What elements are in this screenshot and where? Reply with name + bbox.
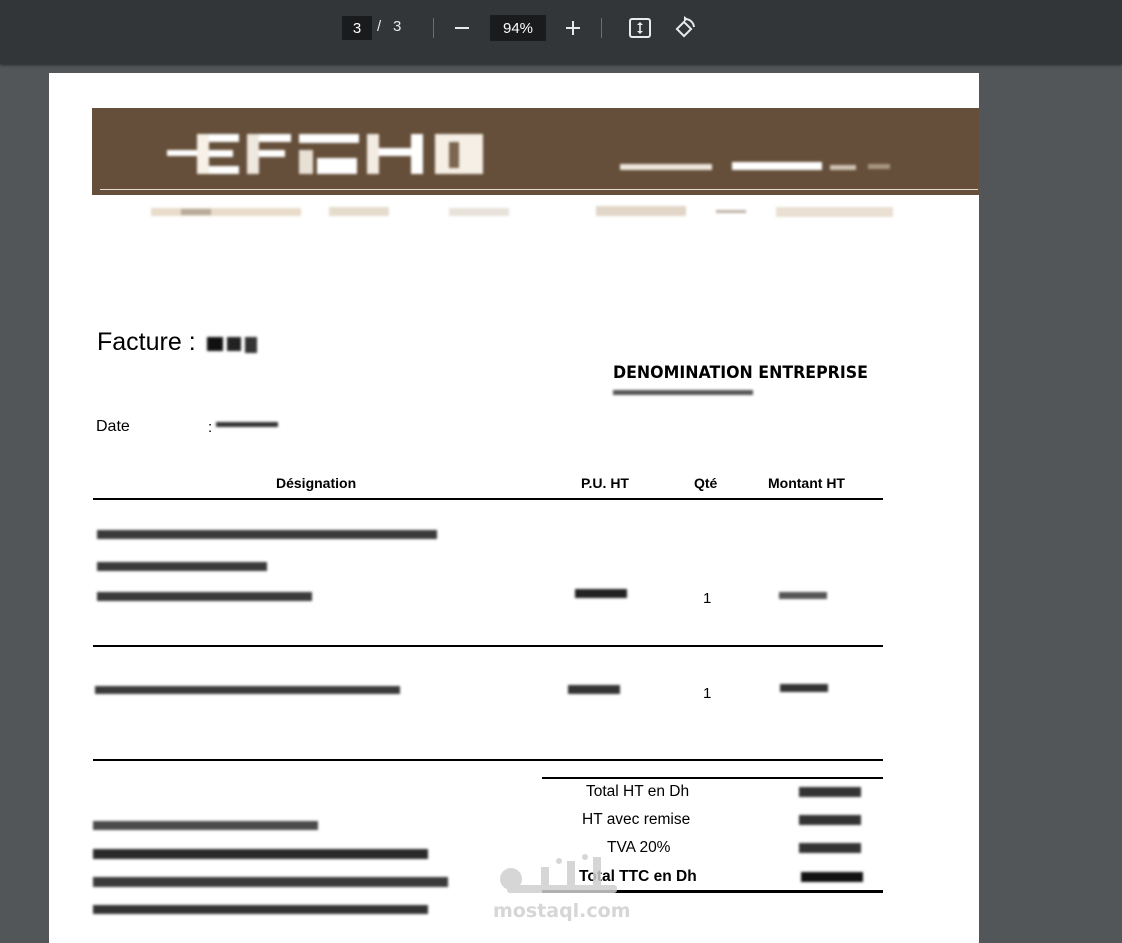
- total-ht-label: Total HT en Dh: [586, 783, 690, 800]
- date-colon: :: [208, 419, 213, 436]
- zoom-in-icon: [566, 21, 580, 35]
- totals-values: [799, 787, 863, 882]
- company-slogan: [620, 162, 890, 170]
- mostaql-watermark: mostaql.com: [493, 854, 631, 921]
- date-label: Date: [96, 418, 130, 435]
- svg-text:mostaql.com: mostaql.com: [493, 900, 631, 921]
- company-logo: [167, 134, 483, 174]
- row-unit-price: [568, 685, 620, 694]
- row-unit-price: [575, 589, 627, 598]
- toolbar-divider: [433, 18, 434, 38]
- zoom-out-button[interactable]: [449, 15, 475, 41]
- invoice-title: Facture :: [97, 328, 196, 356]
- table-footer-rule: [93, 759, 883, 761]
- pdf-viewer-toolbar: 3 / 3 94%: [0, 0, 1122, 64]
- zoom-out-icon: [455, 27, 469, 29]
- table-header-rule: [93, 498, 883, 500]
- total-pages: 3: [393, 18, 402, 35]
- banner-rule: [100, 189, 978, 190]
- header-designation: Désignation: [276, 475, 357, 491]
- page-separator: /: [377, 18, 382, 35]
- fit-to-page-icon: [629, 18, 651, 38]
- invoice-date: [216, 422, 278, 427]
- rotate-button[interactable]: [672, 15, 698, 41]
- row-quantity: 1: [703, 685, 712, 702]
- zoom-level-input[interactable]: 94%: [490, 15, 546, 41]
- header-quantity: Qté: [694, 475, 718, 491]
- legal-footer: [93, 821, 448, 914]
- invoice-number: [207, 337, 257, 353]
- company-identifier: [613, 390, 753, 395]
- header-unit-price: P.U. HT: [581, 475, 629, 491]
- company-name: DENOMINATION ENTREPRISE: [613, 363, 868, 383]
- row-designation: [97, 530, 437, 601]
- current-page-input[interactable]: 3: [342, 16, 372, 40]
- pdf-page: Facture : DENOMINATION ENTREPRISE Date :…: [49, 73, 979, 943]
- header-amount: Montant HT: [768, 475, 845, 491]
- row-amount: [779, 592, 827, 599]
- document-viewport[interactable]: Facture : DENOMINATION ENTREPRISE Date :…: [0, 64, 1122, 943]
- zoom-in-button[interactable]: [560, 15, 586, 41]
- company-contact-info: [151, 206, 893, 217]
- table-row-rule: [93, 645, 883, 647]
- row-designation: [95, 686, 400, 694]
- fit-to-page-button[interactable]: [627, 15, 653, 41]
- ht-remise-label: HT avec remise: [582, 811, 691, 828]
- rotate-icon: [675, 16, 695, 38]
- header-banner: [92, 108, 979, 195]
- toolbar-divider: [601, 18, 602, 38]
- row-quantity: 1: [703, 590, 712, 607]
- row-amount: [780, 684, 828, 692]
- totals-top-rule: [542, 777, 883, 779]
